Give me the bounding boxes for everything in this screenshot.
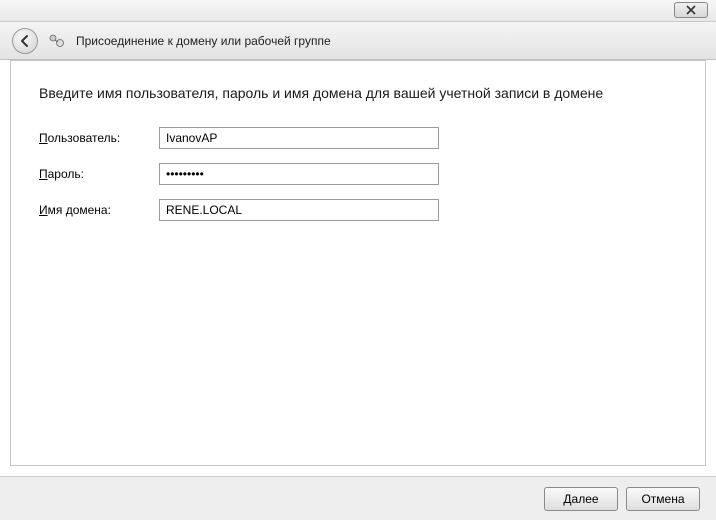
close-icon [686,5,696,15]
password-input[interactable] [159,163,439,185]
back-button[interactable] [12,28,38,54]
back-arrow-icon [18,34,32,48]
page-heading: Введите имя пользователя, пароль и имя д… [39,85,677,101]
close-button[interactable] [674,2,708,18]
domain-input[interactable] [159,199,439,221]
content-panel: Введите имя пользователя, пароль и имя д… [10,60,706,466]
network-icon [48,32,66,50]
footer: Далее Отмена [0,476,716,520]
wizard-header: Присоединение к домену или рабочей групп… [0,22,716,60]
password-row: Пароль: [39,163,677,185]
domain-label: Имя домена: [39,203,159,217]
cancel-button[interactable]: Отмена [626,487,700,511]
username-label: Пользователь: [39,131,159,145]
username-row: Пользователь: [39,127,677,149]
password-label: Пароль: [39,167,159,181]
username-input[interactable] [159,127,439,149]
titlebar [0,0,716,22]
domain-row: Имя домена: [39,199,677,221]
next-button[interactable]: Далее [544,487,618,511]
wizard-title: Присоединение к домену или рабочей групп… [76,34,331,48]
